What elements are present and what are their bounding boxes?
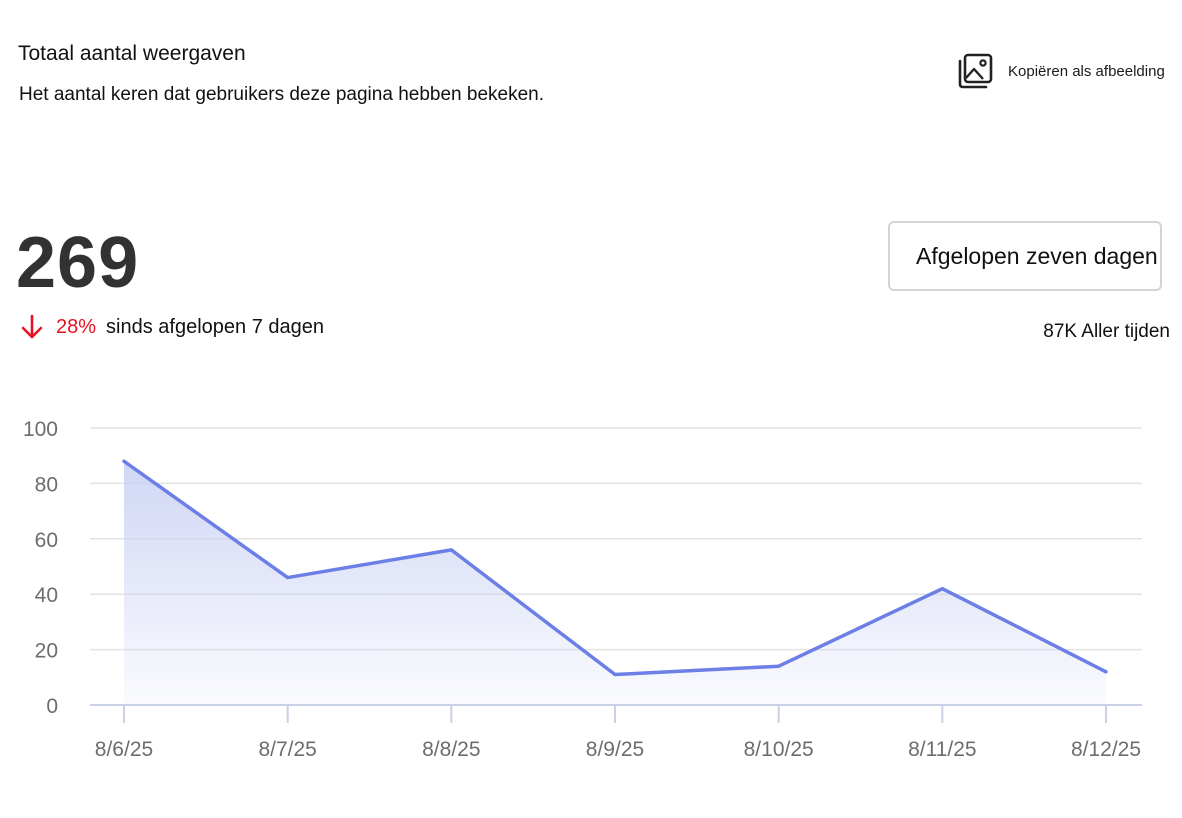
image-copy-icon [956, 52, 994, 90]
y-tick-label: 20 [35, 640, 58, 663]
change-indicator: 28% sinds afgelopen 7 dagen [20, 314, 324, 340]
data-point [449, 548, 453, 552]
x-tick-label: 8/11/25 [908, 738, 977, 761]
y-tick-label: 100 [23, 418, 58, 441]
time-range-dropdown[interactable]: Afgelopen zeven dagen [888, 221, 1162, 291]
y-tick-label: 80 [35, 473, 58, 496]
data-point [940, 587, 944, 591]
x-tick-label: 8/10/25 [744, 738, 814, 761]
x-tick-label: 8/9/25 [586, 738, 644, 761]
data-point [777, 664, 781, 668]
total-views-value: 269 [16, 223, 140, 303]
x-tick-label: 8/7/25 [258, 738, 316, 761]
y-tick-label: 0 [46, 695, 58, 718]
y-tick-label: 40 [35, 584, 58, 607]
data-point [613, 673, 617, 677]
all-time-views: 87K Aller tijden [1043, 321, 1170, 342]
data-point [1104, 670, 1108, 674]
x-tick-label: 8/8/25 [422, 738, 480, 761]
views-card: Totaal aantal weergaven Het aantal keren… [0, 0, 1182, 818]
card-subtitle: Het aantal keren dat gebruikers deze pag… [19, 84, 544, 105]
arrow-down-icon [20, 314, 44, 340]
data-point [122, 459, 126, 463]
y-tick-label: 60 [35, 529, 58, 552]
x-tick-label: 8/12/25 [1071, 738, 1141, 761]
card-title: Totaal aantal weergaven [18, 42, 246, 65]
copy-as-image-label: Kopiëren als afbeelding [1008, 62, 1165, 80]
series-area [124, 461, 1106, 705]
views-area-chart: 0 20 40 60 80 100 8/6/25 8/7/25 8/8/25 8/9/25 8/10… [23, 418, 1142, 761]
change-description: sinds afgelopen 7 dagen [106, 315, 324, 338]
data-point [286, 576, 290, 580]
change-percentage: 28% [56, 315, 97, 338]
copy-as-image-button[interactable]: Kopiëren als afbeelding [956, 52, 1165, 90]
x-tick-label: 8/6/25 [95, 738, 153, 761]
time-range-selected: Afgelopen zeven dagen [916, 242, 1158, 269]
